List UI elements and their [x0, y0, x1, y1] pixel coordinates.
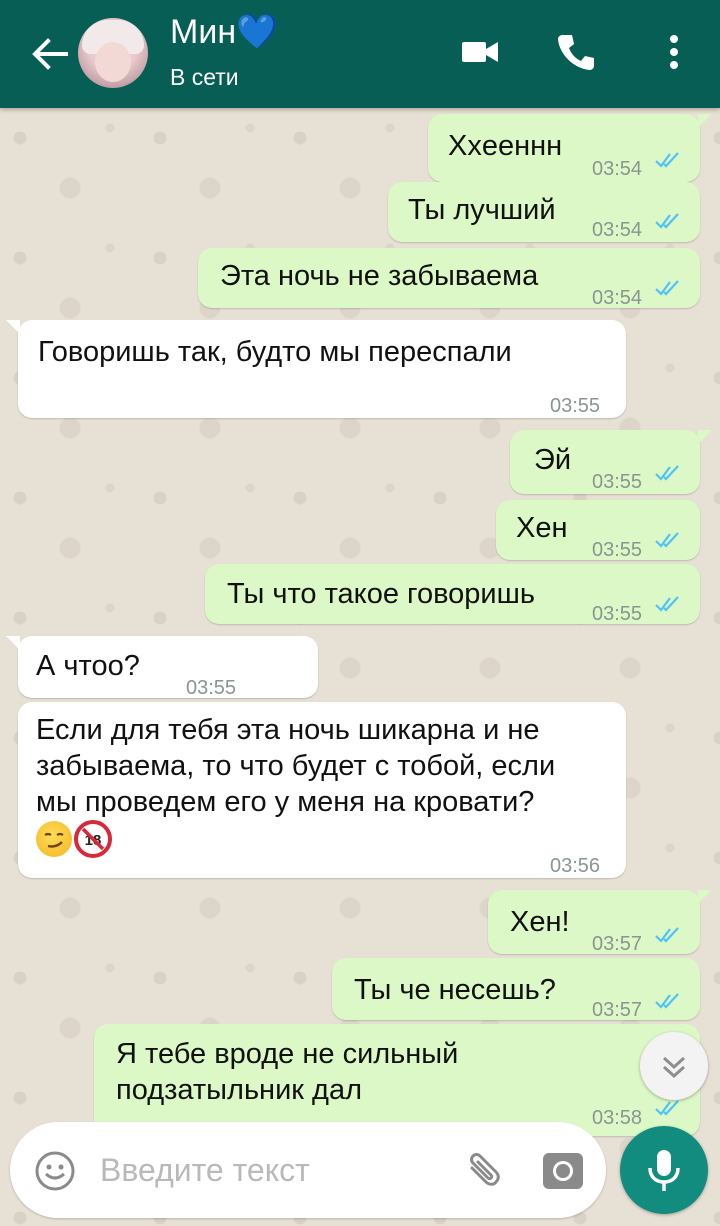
message-outgoing[interactable]: Ты че несешь? 03:57	[332, 958, 700, 1021]
message-outgoing[interactable]: Хен 03:55	[496, 500, 700, 561]
double-check-icon	[655, 927, 679, 943]
contact-status: В сети	[170, 64, 239, 90]
message-time: 03:56	[550, 855, 601, 877]
message-text: Эй	[534, 444, 572, 476]
double-check-icon	[655, 532, 679, 548]
message-incoming[interactable]: А чтоо? 03:55	[6, 636, 318, 699]
emoji-icon[interactable]	[32, 1148, 78, 1194]
double-check-icon	[655, 465, 679, 481]
smirk-emoji	[36, 821, 72, 858]
message-text: Эта ночь не забываема	[220, 260, 539, 292]
message-text: Хен!	[510, 906, 570, 938]
contact-name[interactable]: Мин💙	[170, 12, 278, 52]
message-outgoing[interactable]: Ты лучший 03:54	[388, 182, 700, 242]
message-outgoing[interactable]: Ты что такое говоришь 03:55	[205, 564, 700, 625]
message-text: Если для тебя эта ночь шикарна и не забы…	[36, 712, 555, 860]
paperclip-icon[interactable]	[458, 1146, 508, 1196]
message-composer	[10, 1122, 606, 1218]
no-under-18-emoji: 18	[74, 820, 112, 859]
back-arrow-icon[interactable]	[28, 32, 72, 76]
message-time: 03:55	[592, 539, 643, 561]
message-outgoing[interactable]: Хxееннн 03:54	[428, 114, 712, 182]
message-outgoing[interactable]: Эй 03:55	[510, 430, 712, 494]
chat-area[interactable]: Хxееннн 03:54 Ты лучший 03:54 Эта ночь н…	[0, 108, 720, 1226]
message-outgoing[interactable]: Я тебе вроде не сильный подзатыльник дал…	[94, 1024, 700, 1136]
mic-button[interactable]	[620, 1126, 708, 1214]
message-input[interactable]	[100, 1142, 450, 1198]
message-outgoing[interactable]: Хен! 03:57	[488, 890, 712, 955]
message-time: 03:57	[592, 933, 643, 955]
more-vert-icon[interactable]	[652, 30, 696, 74]
message-time: 03:55	[592, 471, 643, 493]
message-time: 03:57	[592, 999, 643, 1021]
double-check-icon	[655, 213, 679, 229]
chevron-double-down-icon	[662, 1056, 686, 1079]
message-text: Я тебе вроде не сильный подзатыльник дал	[116, 1038, 459, 1106]
message-time: 03:55	[592, 603, 643, 625]
scroll-to-bottom-button[interactable]	[640, 1032, 708, 1100]
message-text: Ты что такое говоришь	[227, 578, 535, 610]
message-text: Хxееннн	[448, 130, 563, 162]
message-incoming[interactable]: Говоришь так, будто мы переспали 03:55	[6, 320, 626, 418]
double-check-icon	[655, 152, 679, 168]
message-time: 03:54	[592, 219, 643, 241]
message-text: А чтоо?	[36, 650, 140, 682]
double-check-icon	[655, 1100, 679, 1116]
phone-call-icon[interactable]	[554, 30, 598, 74]
video-call-icon[interactable]	[458, 30, 502, 74]
message-outgoing[interactable]: Эта ночь не забываема 03:54	[198, 248, 700, 309]
double-check-icon	[655, 993, 679, 1009]
message-time: 03:55	[186, 677, 237, 699]
message-incoming[interactable]: Если для тебя эта ночь шикарна и не забы…	[18, 702, 626, 878]
mic-icon	[648, 1150, 680, 1191]
double-check-icon	[655, 596, 679, 612]
message-text: Ты лучший	[408, 194, 556, 226]
message-time: 03:54	[592, 287, 643, 309]
avatar[interactable]	[78, 18, 148, 88]
double-check-icon	[655, 280, 679, 296]
message-text: Ты че несешь?	[354, 974, 556, 1006]
chat-header: Мин💙 В сети	[0, 0, 720, 108]
blue-heart-emoji: 💙	[236, 13, 279, 51]
camera-icon[interactable]	[540, 1148, 586, 1194]
message-time: 03:55	[550, 395, 601, 417]
message-text: Говоришь так, будто мы переспали	[38, 336, 512, 368]
message-text: Хен	[516, 512, 568, 544]
